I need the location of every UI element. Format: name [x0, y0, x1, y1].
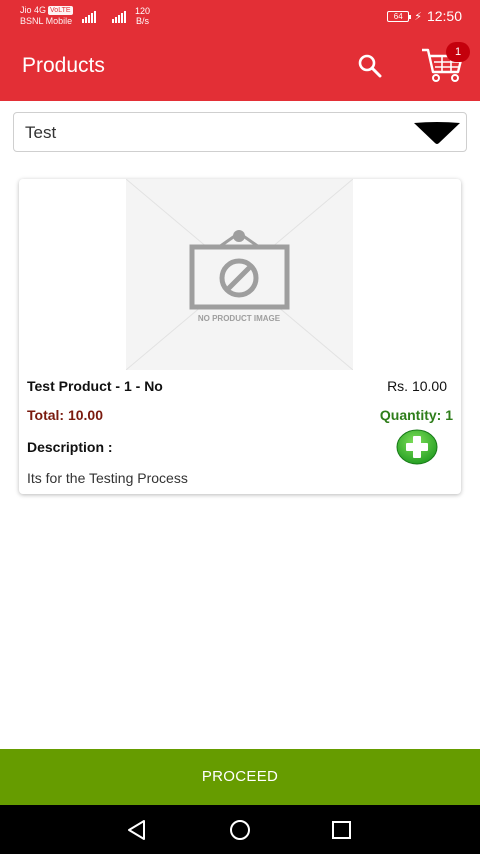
network-speed: 120 B/s — [135, 6, 151, 26]
carrier-info: Jio 4G VoLTE BSNL Mobile — [20, 5, 73, 27]
no-image-icon: NO PRODUCT IMAGE — [125, 178, 354, 371]
signal-icon — [82, 9, 96, 23]
system-nav-bar — [0, 805, 480, 854]
battery-icon: 64 — [387, 10, 412, 22]
status-bar: Jio 4G VoLTE BSNL Mobile 120 B/s 64 ⚡ 12:… — [0, 0, 480, 34]
status-right: 64 ⚡ 12:50 — [387, 8, 462, 24]
add-quantity-button[interactable] — [396, 429, 438, 465]
product-quantity: Quantity: 1 — [379, 407, 453, 423]
search-button[interactable] — [356, 52, 384, 80]
product-total: Total: 10.00 — [27, 407, 103, 423]
home-icon — [230, 820, 250, 840]
category-dropdown[interactable]: Test — [13, 112, 467, 152]
app-bar: Products 1 — [0, 34, 480, 101]
description-label: Description : — [27, 439, 113, 455]
dropdown-arrow-icon — [414, 122, 460, 144]
product-image-placeholder: NO PRODUCT IMAGE — [125, 178, 354, 371]
product-card[interactable]: NO PRODUCT IMAGE Test Product - 1 - No R… — [19, 178, 461, 494]
cart-count-badge: 1 — [446, 42, 470, 62]
carrier-1: Jio 4G — [20, 5, 47, 15]
dropdown-selected-value: Test — [25, 123, 57, 142]
charging-icon: ⚡ — [414, 10, 422, 23]
page-title: Products — [22, 54, 105, 77]
volte-badge: VoLTE — [48, 6, 73, 15]
back-icon — [128, 820, 145, 840]
product-name: Test Product - 1 - No — [27, 378, 163, 394]
nav-back-button[interactable] — [124, 817, 150, 843]
clock: 12:50 — [426, 8, 462, 24]
signal-icon-2 — [112, 9, 126, 23]
nav-recents-button[interactable] — [329, 817, 355, 843]
plus-icon — [396, 429, 438, 465]
product-description: Its for the Testing Process — [27, 470, 188, 486]
recents-icon — [332, 821, 351, 839]
carrier-2: BSNL Mobile — [20, 16, 73, 26]
search-icon — [358, 54, 382, 78]
proceed-button[interactable]: PROCEED — [0, 749, 480, 805]
nav-home-button[interactable] — [227, 817, 253, 843]
no-image-text: NO PRODUCT IMAGE — [198, 314, 281, 323]
product-price: Rs. 10.00 — [387, 378, 447, 394]
